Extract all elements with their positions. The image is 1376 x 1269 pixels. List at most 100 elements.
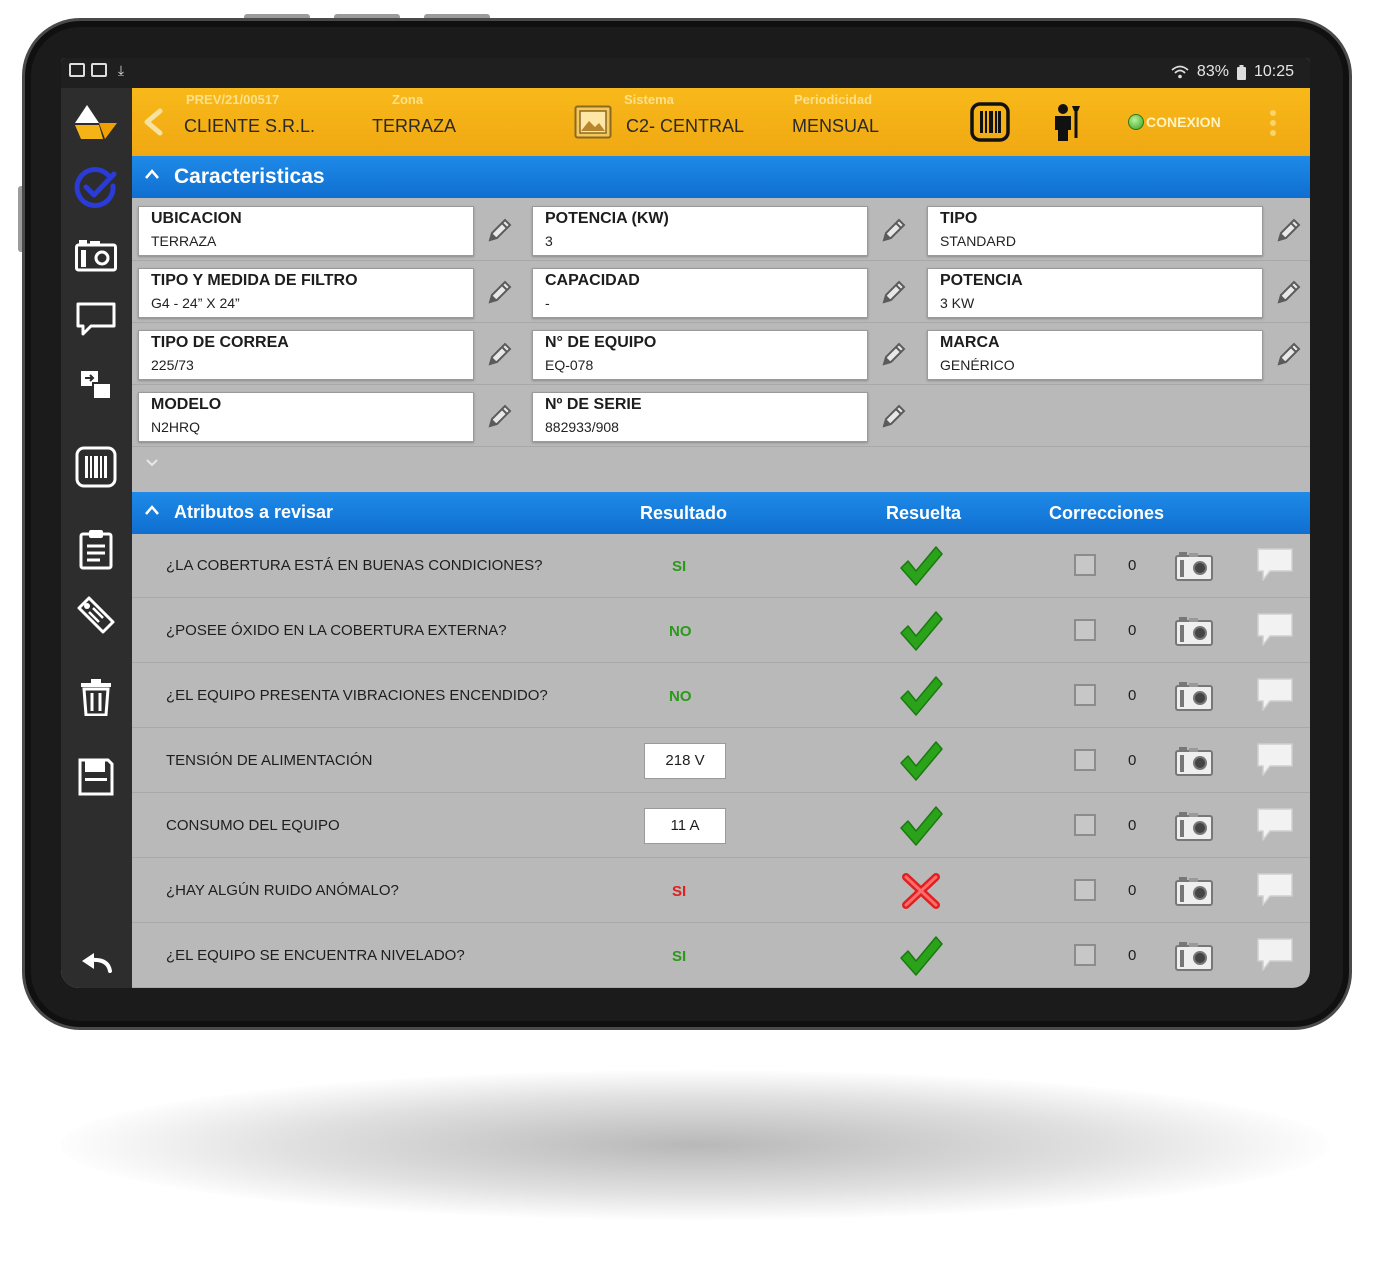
edit-pencil-icon[interactable] [878, 216, 908, 246]
camera-icon[interactable] [1174, 550, 1214, 582]
barcode-icon [75, 446, 117, 488]
correction-checkbox[interactable] [1074, 814, 1096, 836]
correction-checkbox[interactable] [1074, 749, 1096, 771]
edit-pencil-icon[interactable] [1273, 340, 1303, 370]
field-label: Nº DE SERIE [545, 396, 642, 413]
rail-camera-button[interactable] [71, 230, 121, 280]
rail-checklist-button[interactable] [71, 163, 121, 213]
camera-icon[interactable] [1174, 615, 1214, 647]
attribute-row: ¿POSEE ÓXIDO EN LA COBERTURA EXTERNA? NO 0 [132, 599, 1310, 663]
chevron-up-icon [145, 169, 159, 179]
rail-clipboard-button[interactable] [71, 524, 121, 574]
cross-icon[interactable] [898, 869, 944, 913]
camera-icon[interactable] [1174, 940, 1214, 972]
rail-delete-button[interactable] [71, 672, 121, 722]
col-correcciones: Correcciones [1049, 503, 1165, 523]
correction-checkbox[interactable] [1074, 554, 1096, 576]
caracteristicas-header[interactable]: Caracteristicas [132, 156, 1310, 198]
attribute-question: ¿EL EQUIPO PRESENTA VIBRACIONES ENCENDID… [166, 687, 548, 704]
rail-back-button[interactable] [71, 938, 121, 988]
characteristic-field: UBICACION TERRAZA [138, 206, 474, 256]
technician-icon[interactable] [1050, 102, 1084, 142]
chevron-down-icon[interactable] [145, 458, 159, 468]
rail-tag-button[interactable] [71, 590, 121, 640]
camera-icon[interactable] [1174, 745, 1214, 777]
comment-icon[interactable] [1256, 872, 1294, 908]
correction-checkbox[interactable] [1074, 879, 1096, 901]
rail-transfer-button[interactable] [71, 360, 121, 410]
result-value[interactable]: SI [672, 883, 686, 900]
attribute-question: TENSIÓN DE ALIMENTACIÓN [166, 752, 373, 769]
characteristic-field: TIPO STANDARD [927, 206, 1263, 256]
field-label: UBICACION [151, 210, 242, 227]
chevron-left-icon[interactable] [140, 108, 166, 136]
edit-pencil-icon[interactable] [1273, 216, 1303, 246]
comment-icon[interactable] [1256, 612, 1294, 648]
correction-checkbox[interactable] [1074, 619, 1096, 641]
rail-barcode-button[interactable] [71, 442, 121, 492]
zone-value: TERRAZA [372, 116, 457, 136]
result-value[interactable]: SI [672, 558, 686, 575]
result-input[interactable]: 218 V [644, 743, 726, 779]
zone-label: Zona [392, 92, 424, 107]
edit-pencil-icon[interactable] [484, 216, 514, 246]
field-value: 3 KW [940, 295, 975, 311]
rail-comment-button[interactable] [71, 294, 121, 344]
comment-icon[interactable] [1256, 807, 1294, 843]
back-icon [82, 953, 112, 973]
field-label: TIPO DE CORREA [151, 334, 289, 351]
check-icon[interactable] [898, 739, 944, 783]
field-value: GENÉRICO [940, 357, 1015, 373]
side-rail [61, 88, 132, 988]
connection-status[interactable]: CONEXION [1128, 114, 1221, 130]
camera-icon[interactable] [1174, 810, 1214, 842]
edit-pencil-icon[interactable] [878, 402, 908, 432]
field-value: 225/73 [151, 357, 194, 373]
field-label: MODELO [151, 396, 222, 413]
barcode-scan-icon[interactable] [970, 102, 1010, 142]
attribute-question: CONSUMO DEL EQUIPO [166, 817, 340, 834]
edit-pencil-icon[interactable] [484, 278, 514, 308]
download-notification-icon: ⤓ [117, 62, 125, 78]
correction-count: 0 [1128, 947, 1137, 964]
camera-icon[interactable] [1174, 680, 1214, 712]
check-icon[interactable] [898, 609, 944, 653]
characteristic-field: POTENCIA 3 KW [927, 268, 1263, 318]
col-resuelta: Resuelta [886, 503, 962, 523]
check-icon[interactable] [898, 544, 944, 588]
attribute-row: ¿EL EQUIPO SE ENCUENTRA NIVELADO? SI 0 [132, 924, 1310, 988]
rail-save-button[interactable] [71, 752, 121, 802]
edit-pencil-icon[interactable] [484, 340, 514, 370]
comment-icon[interactable] [1256, 937, 1294, 973]
device-mockup: ⤓ 83% 10:25 PREV/21/00517 CLIENTE S.R.L.… [0, 0, 1376, 1269]
periodicity-label: Periodicidad [794, 92, 873, 107]
result-value[interactable]: SI [672, 948, 686, 965]
overflow-menu-icon[interactable] [1270, 110, 1276, 140]
check-icon[interactable] [898, 934, 944, 978]
edit-pencil-icon[interactable] [484, 402, 514, 432]
camera-icon[interactable] [1174, 875, 1214, 907]
check-icon[interactable] [898, 804, 944, 848]
correction-checkbox[interactable] [1074, 684, 1096, 706]
comment-icon[interactable] [1256, 547, 1294, 583]
result-value[interactable]: NO [669, 688, 692, 705]
image-icon[interactable] [574, 105, 612, 139]
check-icon[interactable] [898, 674, 944, 718]
transfer-icon [81, 371, 112, 400]
caracteristicas-title: Caracteristicas [174, 165, 325, 188]
result-input[interactable]: 11 A [644, 808, 726, 844]
save-icon [78, 758, 114, 796]
comment-icon[interactable] [1256, 742, 1294, 778]
app-logo[interactable] [71, 98, 121, 148]
clock: 10:25 [1253, 63, 1294, 80]
edit-pencil-icon[interactable] [1273, 278, 1303, 308]
atributos-header[interactable]: Atributos a revisar Resultado Resuelta C… [132, 492, 1310, 534]
comment-icon[interactable] [1256, 677, 1294, 713]
field-value: 882933/908 [545, 419, 619, 435]
battery-icon [1236, 64, 1246, 80]
result-value[interactable]: NO [669, 623, 692, 640]
system-value: C2- CENTRAL [626, 116, 745, 136]
edit-pencil-icon[interactable] [878, 340, 908, 370]
edit-pencil-icon[interactable] [878, 278, 908, 308]
correction-checkbox[interactable] [1074, 944, 1096, 966]
